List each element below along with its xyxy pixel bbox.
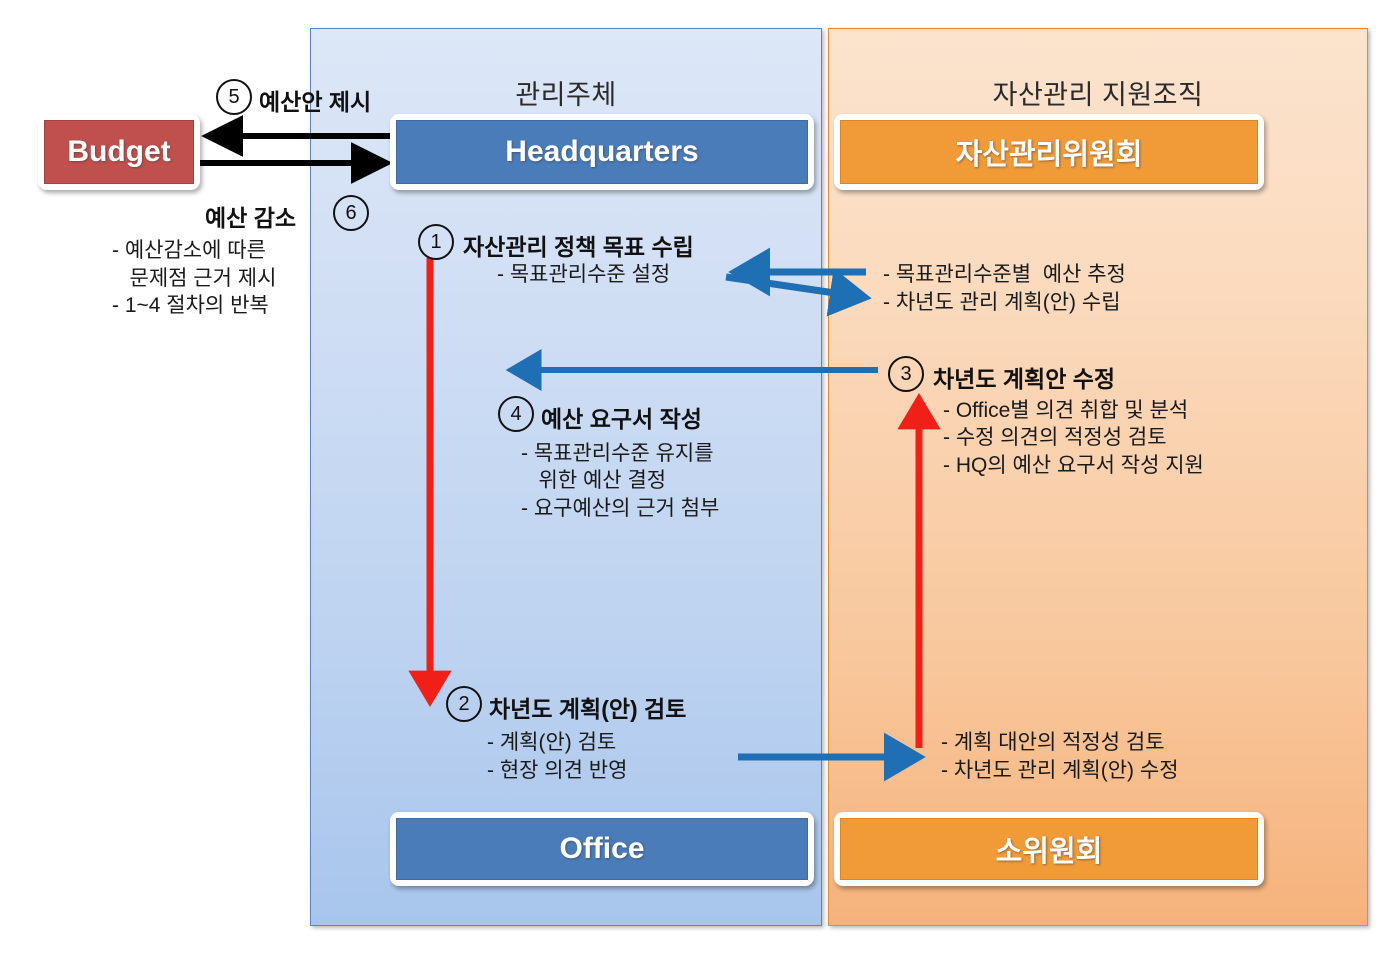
headquarters-box[interactable]: Headquarters (390, 114, 814, 190)
asset-management-committee-box[interactable]: 자산관리위원회 (834, 114, 1264, 190)
step-2-body: - 계획(안) 검토 - 현장 의견 반영 (487, 731, 628, 782)
step-3-title: 차년도 계획안 수정 (933, 366, 1116, 392)
step-1-body: - 목표관리수준 설정 (497, 263, 671, 286)
support-org-plan-body: - 목표관리수준별 예산 추정 - 차년도 관리 계획(안) 수립 (883, 263, 1126, 314)
subcommittee-box[interactable]: 소위원회 (834, 812, 1264, 886)
step-4-marker: 4 (498, 396, 534, 432)
office-label: Office (396, 818, 808, 880)
headquarters-label: Headquarters (396, 120, 808, 184)
step-2-marker: 2 (446, 686, 482, 722)
budget-label: Budget (44, 120, 194, 184)
step-1-marker: 1 (418, 224, 454, 260)
diagram-canvas: 관리주체 자산관리 지원조직 Budget Headquarters 자산관리위… (0, 0, 1383, 953)
step-2-title: 차년도 계획(안) 검토 (489, 696, 687, 722)
step-1-title: 자산관리 정책 목표 수립 (463, 234, 694, 260)
lane-left-title: 관리주체 (515, 80, 617, 110)
step-5-marker: 5 (216, 79, 252, 115)
committee-label: 자산관리위원회 (840, 120, 1258, 184)
support-org-review-body: - 계획 대안의 적정성 검토 - 차년도 관리 계획(안) 수정 (941, 731, 1179, 782)
step-6-marker: 6 (333, 195, 369, 231)
office-box[interactable]: Office (390, 812, 814, 886)
step-4-title: 예산 요구서 작성 (541, 406, 702, 432)
lane-right-title: 자산관리 지원조직 (992, 80, 1204, 110)
step-3-body: - Office별 의견 취합 및 분석 - 수정 의견의 적정성 검토 - H… (943, 399, 1204, 477)
step-6-body: - 예산감소에 따른 문제점 근거 제시 - 1~4 절차의 반복 (112, 239, 277, 318)
budget-box[interactable]: Budget (38, 114, 200, 190)
subcommittee-label: 소위원회 (840, 818, 1258, 880)
step-5-title: 예산안 제시 (259, 89, 372, 115)
step-4-body: - 목표관리수준 유지를 위한 예산 결정 - 요구예산의 근거 첨부 (521, 442, 720, 520)
step-3-marker: 3 (888, 356, 924, 392)
step-6-title: 예산 감소 (205, 205, 297, 231)
